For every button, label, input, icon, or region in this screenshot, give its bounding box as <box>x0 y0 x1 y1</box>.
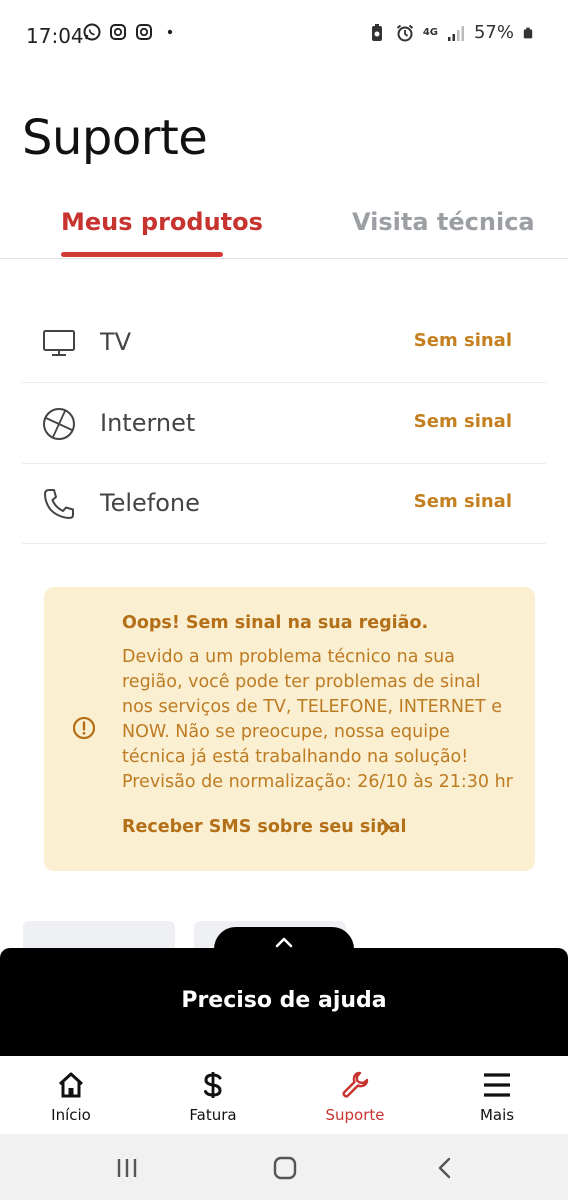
receive-sms-link[interactable]: Receber SMS sobre seu sinal <box>122 817 407 837</box>
nav-label: Fatura <box>189 1106 237 1124</box>
back-icon[interactable] <box>430 1156 460 1180</box>
wrench-icon <box>342 1071 369 1098</box>
home-button-icon[interactable] <box>270 1156 300 1180</box>
alarm-icon <box>396 24 413 41</box>
instagram-icon <box>136 24 152 40</box>
help-sheet-label[interactable]: Preciso de ajuda <box>0 988 568 1013</box>
tv-icon <box>43 330 75 356</box>
network-type-label: 4G <box>422 27 438 38</box>
alert-circle-icon <box>72 716 96 740</box>
signal-alert-card: Oops! Sem sinal na sua região. Devido a … <box>44 587 535 871</box>
battery-icon <box>523 27 533 38</box>
globe-icon <box>43 408 75 440</box>
nav-label: Início <box>51 1106 91 1124</box>
tab-bar: Meus produtos Visita técnica <box>0 200 568 259</box>
alert-body: Devido a um problema técnico na sua regi… <box>122 647 513 792</box>
battery-percent: 57% <box>473 22 514 43</box>
status-badge: Sem sinal <box>413 411 512 432</box>
recent-apps-icon[interactable] <box>112 1156 142 1180</box>
status-app-icons <box>82 22 180 42</box>
product-label: TV <box>100 328 132 356</box>
nav-item-mais[interactable]: Mais <box>426 1056 568 1134</box>
alert-title: Oops! Sem sinal na sua região. <box>122 613 429 633</box>
status-bar: 17:04 4G 57% <box>0 0 568 72</box>
product-row-internet[interactable]: Internet Sem sinal <box>22 383 546 464</box>
phone-icon <box>44 489 74 519</box>
notification-dot-icon <box>167 29 173 35</box>
product-label: Internet <box>100 409 196 437</box>
signal-icon <box>447 25 464 41</box>
battery-saver-icon <box>371 23 382 41</box>
nav-item-fatura[interactable]: Fatura <box>142 1056 284 1134</box>
dollar-icon <box>204 1072 222 1098</box>
system-nav-bar <box>0 1134 568 1200</box>
home-icon <box>58 1072 84 1098</box>
product-label: Telefone <box>100 489 200 517</box>
product-row-telefone[interactable]: Telefone Sem sinal <box>22 463 546 544</box>
nav-item-suporte[interactable]: Suporte <box>284 1056 426 1134</box>
chevron-right-icon[interactable] <box>378 817 394 837</box>
tab-meus-produtos[interactable]: Meus produtos <box>61 208 263 236</box>
status-badge: Sem sinal <box>413 330 512 351</box>
nav-item-inicio[interactable]: Início <box>0 1056 142 1134</box>
bottom-nav: Início Fatura Suporte Mais <box>0 1056 568 1134</box>
active-tab-indicator <box>61 252 223 257</box>
instagram-icon <box>110 24 126 40</box>
tab-visita-tecnica[interactable]: Visita técnica <box>352 208 535 236</box>
whatsapp-icon <box>83 23 101 41</box>
status-badge: Sem sinal <box>413 491 512 512</box>
status-time: 17:04 <box>26 24 84 48</box>
nav-label: Suporte <box>325 1106 385 1124</box>
menu-icon <box>484 1073 510 1097</box>
product-row-tv[interactable]: TV Sem sinal <box>22 302 546 383</box>
nav-label: Mais <box>479 1106 515 1124</box>
page-title: Suporte <box>22 110 208 166</box>
status-system-icons: 4G 57% <box>367 22 534 43</box>
